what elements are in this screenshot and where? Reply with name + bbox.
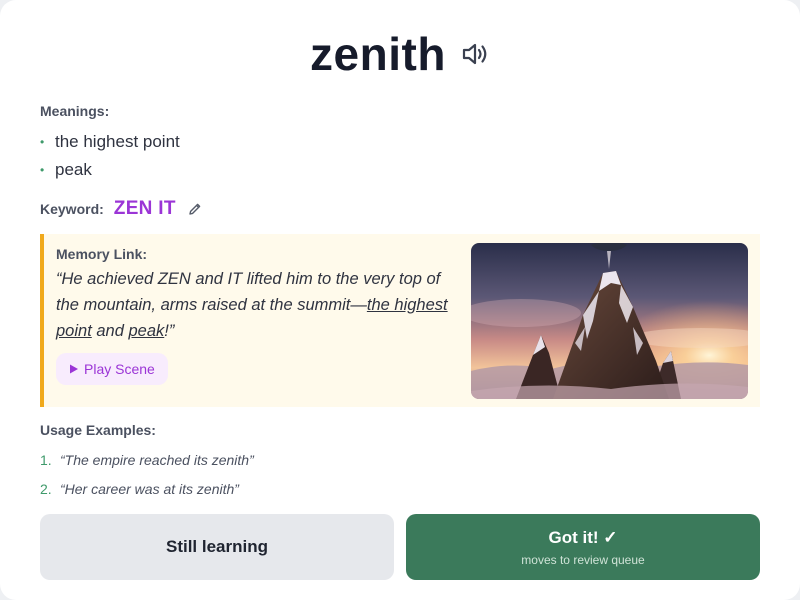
got-it-label: Got it! ✓ — [548, 527, 618, 547]
got-it-button[interactable]: Got it! ✓ moves to review queue — [406, 514, 760, 580]
usage-example: 1. “The empire reached its zenith” — [40, 452, 254, 468]
word-header: zenith — [0, 24, 800, 84]
meaning-item: • the highest point — [40, 128, 180, 156]
keyword-label: Keyword: — [40, 201, 104, 217]
play-scene-button[interactable]: Play Scene — [56, 353, 168, 385]
flashcard: zenith Meanings: • the highest point • pea… — [0, 0, 800, 600]
memory-link-label: Memory Link: — [56, 246, 148, 262]
keyword-row: Keyword: ZEN IT — [40, 196, 202, 222]
usage-example: 2. “Her career was at its zenith” — [40, 481, 239, 497]
usage-examples-label: Usage Examples: — [40, 422, 156, 438]
usage-examples-list: 1. “The empire reached its zenith” 2. “Her… — [40, 446, 254, 504]
memory-link-text: “He achieved ZEN and IT lifted him to th… — [56, 270, 448, 340]
speaker-icon[interactable] — [460, 39, 490, 69]
bullet-icon: • — [40, 163, 45, 177]
meanings-list: • the highest point • peak — [40, 128, 180, 184]
pencil-icon[interactable] — [188, 202, 202, 216]
meaning-item: • peak — [40, 156, 180, 184]
meanings-label: Meanings: — [40, 103, 110, 119]
got-it-sublabel: moves to review queue — [521, 552, 645, 567]
highlight-phrase: peak — [128, 322, 165, 340]
still-learning-button[interactable]: Still learning — [40, 514, 394, 580]
play-icon — [70, 364, 78, 374]
keyword-value: ZEN IT — [113, 198, 176, 219]
bullet-icon: • — [40, 135, 45, 149]
word-title: zenith — [310, 28, 446, 80]
play-scene-label: Play Scene — [84, 361, 155, 377]
memory-link-box: Memory Link: “He achieved ZEN and IT lif… — [40, 234, 760, 407]
scene-image — [471, 243, 748, 399]
